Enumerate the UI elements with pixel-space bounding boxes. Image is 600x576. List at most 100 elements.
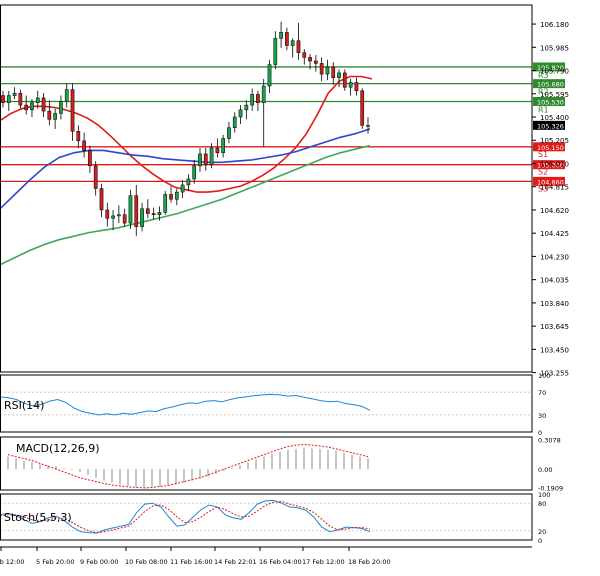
candle-down [1,95,5,103]
macd-y-tick-label: 0.3078 [538,436,561,444]
candle-down [342,72,347,88]
candle-down [24,104,29,111]
candle-up [157,212,162,215]
stoch-y-tick-label: 0 [538,537,542,545]
candles [1,21,370,237]
rsi-y-tick-label: 70 [538,389,546,397]
candle-up [186,178,191,186]
candle-up [198,153,202,167]
candle-down [41,97,46,112]
candle-down [256,94,260,103]
candle-down [93,165,98,189]
candle-up [192,165,197,180]
candle-down [47,110,52,120]
y-tick-label: 104.425 [540,230,569,238]
macd-title: MACD(12,26,9) [16,442,100,455]
candle-down [360,90,365,126]
candle-down [354,82,359,92]
candle-down [18,92,23,106]
level-value-label: 105.680 [537,81,564,89]
x-tick-label: 16 Feb 04:00 [259,558,302,566]
y-tick-label: 105.400 [540,114,569,122]
ma-line-red-ma [0,75,373,193]
rsi-y-tick-label: 100 [538,372,550,380]
candle-up [163,194,168,213]
candle-up [140,208,144,227]
y-tick-label: 103.645 [540,323,569,331]
candle-up [267,64,272,87]
candle-down [88,150,92,167]
candle-up [53,113,57,120]
candle-down [169,194,173,200]
candle-down [151,213,156,215]
candle-down [319,63,324,75]
macd-y-tick-label: 0.00 [538,466,552,474]
candle-down [203,153,208,165]
y-tick-label: 105.205 [540,137,569,145]
candle-down [82,140,86,151]
candle-down [302,52,307,58]
y-tick-label: 105.790 [540,68,569,76]
candle-up [290,40,295,46]
candle-down [308,57,312,62]
candle-up [238,109,243,118]
candle-up [250,94,254,106]
candle-up [174,191,179,200]
candle-down [122,214,127,224]
forex-chart: R3105.820R2105.680R1105.530S1105.150S210… [0,4,569,566]
stoch-y-tick-label: 100 [538,491,550,499]
candle-up [128,195,133,224]
candle-up [6,95,11,103]
x-tick-label: 11 Feb 16:00 [170,558,213,566]
candle-up [180,184,185,193]
ma-line-blue-ma [0,128,371,210]
rsi-title: RSI(14) [4,399,44,412]
macd-panel: MACD(12,26,9) [7,442,369,489]
candle-down [134,195,139,227]
panel-frame [0,4,533,373]
candle-down [76,131,81,142]
chart-window: R3 105.820 R2 105.680 R1 105.530 S1 105.150 S2 10… [0,0,600,572]
axis-labels: 106.180 105.985 105.790 105.595 105.400 105.2… [0,21,569,566]
y-tick-label: 105.010 [540,160,569,168]
candle-up [12,92,17,96]
y-tick-label: 105.595 [540,91,569,99]
candle-up [261,85,266,103]
y-tick-label: 105.985 [540,44,569,52]
ma-line-green-ma [0,144,371,266]
y-tick-label: 104.620 [540,207,569,215]
candle-up [279,32,283,39]
candle-up [232,116,237,128]
candle-down [105,209,110,219]
candle-down [314,60,318,64]
rsi-line [0,393,371,416]
candle-up [227,127,231,139]
candle-up [366,125,370,127]
candle-up [348,82,353,88]
candle-down [296,40,301,53]
candle-up [117,214,121,217]
x-tick-label: 5 Feb 20:00 [36,558,75,566]
level-value-label: 105.530 [537,99,564,107]
stoch-y-tick-label: 80 [538,500,546,508]
candle-up [64,89,69,102]
y-tick-label: 104.035 [540,277,569,285]
x-tick-label: 10 Feb 08:00 [125,558,168,566]
candle-up [59,101,63,114]
y-tick-label: 104.815 [540,184,569,192]
candle-down [70,89,75,132]
stoch-y-tick-label: 20 [538,528,546,536]
candle-down [99,188,104,211]
stoch-panel: Stoch(5,5,3) [0,499,532,534]
panel-frame [0,374,533,433]
candle-up [35,97,40,103]
candle-up [337,72,341,78]
candle-up [325,66,330,75]
candle-down [331,66,336,78]
y-tick-label: 103.840 [540,300,569,308]
rsi-panel: RSI(14) [0,391,532,416]
x-tick-label: 9 Feb 00:00 [80,558,119,566]
stoch-title: Stoch(5,5,3) [4,511,72,524]
candle-up [221,138,226,154]
axes: 105.326 [0,4,565,551]
